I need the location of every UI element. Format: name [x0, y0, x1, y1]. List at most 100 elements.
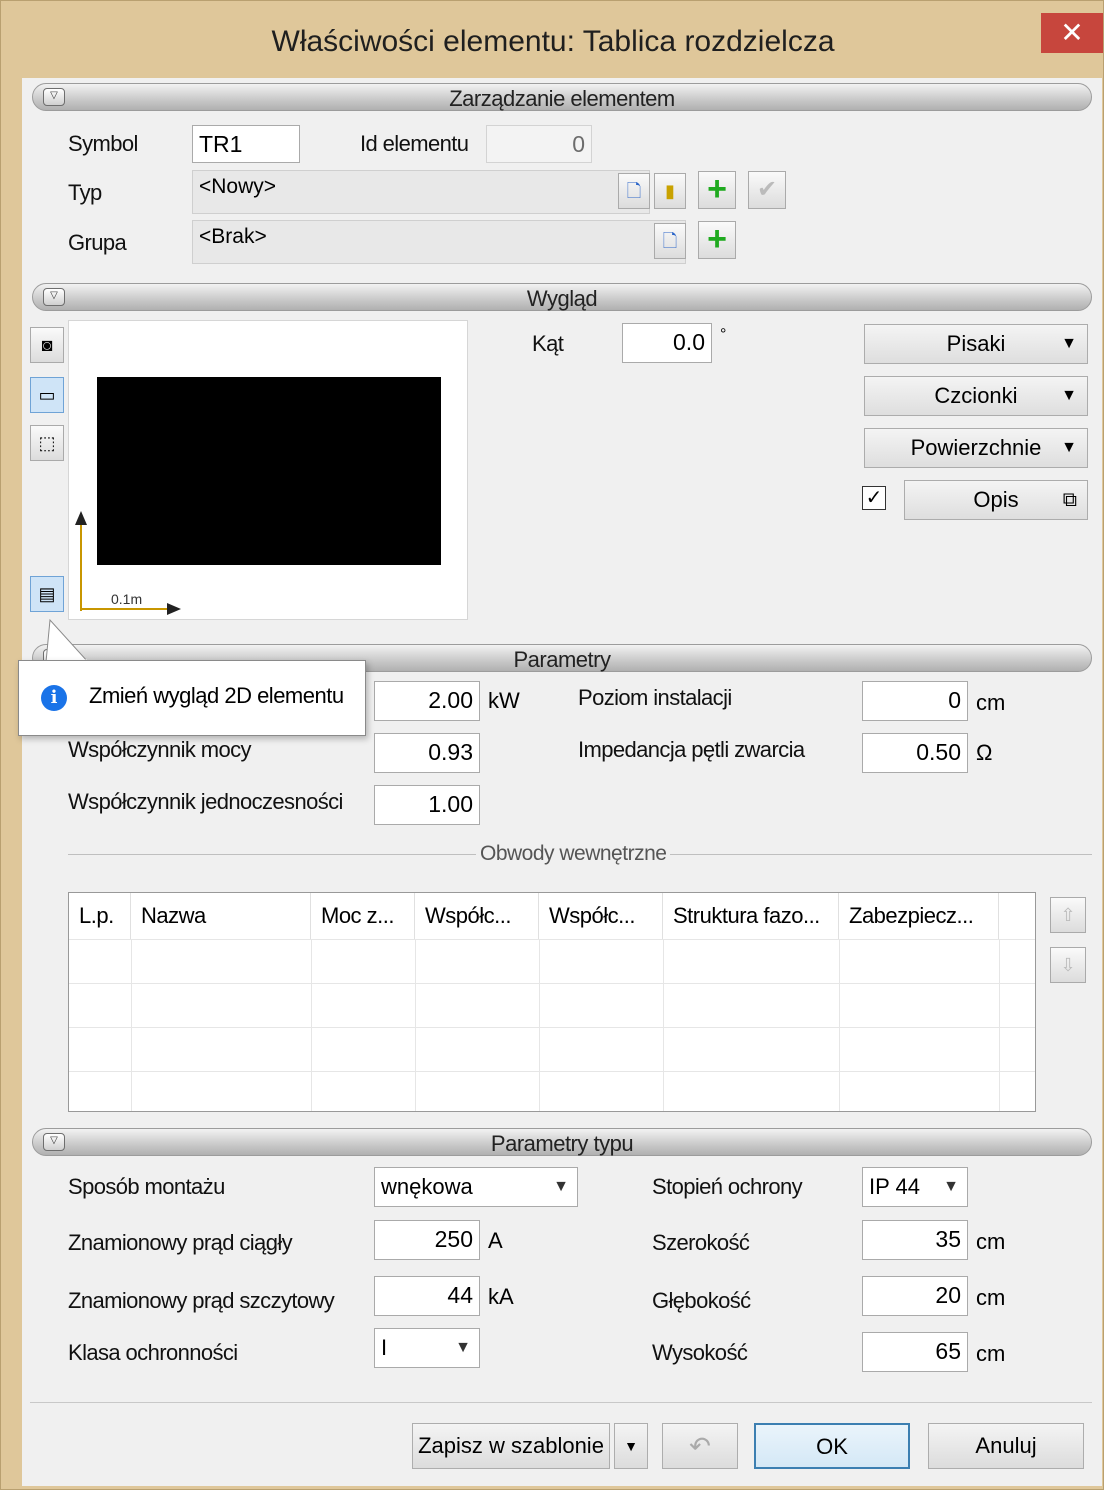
section-title: Zarządzanie elementem — [449, 86, 675, 111]
plus-icon: + — [707, 220, 727, 258]
group-label: Grupa — [68, 230, 127, 255]
ip-select[interactable]: IP 44 ▼ — [862, 1167, 968, 1207]
grid-line — [539, 939, 540, 1111]
protection-class-select[interactable]: I ▼ — [374, 1328, 480, 1368]
rated-current-unit: A — [488, 1228, 503, 1253]
depth-input[interactable]: 20 — [862, 1276, 968, 1316]
protection-class-label: Klasa ochronności — [68, 1340, 238, 1365]
move-down-icon[interactable]: ⇩ — [1050, 947, 1086, 983]
section-management-header[interactable]: ▽ Zarządzanie elementem — [32, 83, 1092, 111]
section-type-parameters-header[interactable]: ▽ Parametry typu — [32, 1128, 1092, 1156]
mount-label: Sposób montażu — [68, 1174, 225, 1199]
loop-impedance-unit: Ω — [976, 740, 993, 765]
scale-axes — [75, 511, 181, 615]
grid-line — [69, 939, 1035, 940]
close-button[interactable]: ✕ — [1041, 13, 1103, 53]
info-icon: i — [41, 685, 67, 711]
peak-current-unit: kA — [488, 1284, 514, 1309]
pens-label: Pisaki — [946, 331, 1006, 356]
column-header[interactable]: Moc z... — [311, 893, 415, 939]
view-2d-icon[interactable]: ▭ — [30, 377, 64, 413]
tooltip-pointer — [45, 618, 89, 662]
id-input: 0 — [486, 125, 592, 163]
ok-button[interactable]: OK — [754, 1423, 910, 1469]
camera-icon[interactable]: ◙ — [30, 327, 64, 363]
rated-current-label: Znamionowy prąd ciągły — [68, 1230, 293, 1255]
peak-current-input[interactable]: 44 — [374, 1276, 480, 1316]
grid-line — [415, 939, 416, 1111]
power-factor-input[interactable]: 0.93 — [374, 733, 480, 773]
power-factor-label: Współczynnik mocy — [68, 737, 252, 762]
description-checkbox[interactable]: ✓ — [862, 486, 886, 510]
width-unit: cm — [976, 1229, 1006, 1254]
save-template-dropdown[interactable]: ▼ — [614, 1423, 648, 1469]
grid-line — [69, 1027, 1035, 1028]
id-label: Id elementu — [360, 131, 469, 156]
ip-label: Stopień ochrony — [652, 1174, 803, 1199]
column-header[interactable]: Współc... — [415, 893, 539, 939]
title-bar: Właściwości elementu: Tablica rozdzielcz… — [1, 1, 1104, 79]
fonts-label: Czcionki — [934, 383, 1018, 408]
chevron-down-icon: ▼ — [1061, 335, 1077, 352]
power-unit: kW — [488, 688, 520, 713]
type-label: Typ — [68, 180, 102, 205]
document-icon[interactable]: 🗋 — [654, 223, 686, 259]
loop-impedance-input[interactable]: 0.50 — [862, 733, 968, 773]
section-appearance-header[interactable]: ▽ Wygląd — [32, 283, 1092, 311]
chevron-down-icon: ▼ — [624, 1438, 638, 1454]
view-3d-icon[interactable]: ⬚ — [30, 425, 64, 461]
group-combo[interactable]: <Brak> — [192, 220, 686, 264]
description-button[interactable]: Opis ⧉ — [904, 480, 1088, 520]
save-template-button[interactable]: Zapisz w szablonie — [412, 1423, 610, 1469]
column-header[interactable]: L.p. — [69, 893, 131, 939]
fonts-button[interactable]: Czcionki ▼ — [864, 376, 1088, 416]
simultaneity-label: Współczynnik jednoczesności — [68, 789, 343, 814]
pens-button[interactable]: Pisaki ▼ — [864, 324, 1088, 364]
column-header[interactable]: Współc... — [539, 893, 663, 939]
grid-line — [999, 939, 1000, 1111]
description-label: Opis — [973, 487, 1019, 512]
height-unit: cm — [976, 1341, 1006, 1366]
depth-label: Głębokość — [652, 1288, 751, 1313]
height-input[interactable]: 65 — [862, 1332, 968, 1372]
install-level-label: Poziom instalacji — [578, 685, 732, 710]
window-title: Właściwości elementu: Tablica rozdzielcz… — [271, 25, 835, 58]
move-up-icon[interactable]: ⇧ — [1050, 897, 1086, 933]
angle-input[interactable]: 0.0 — [622, 323, 712, 363]
confirm-type-button[interactable]: ✔ — [748, 171, 786, 209]
section-title: Wygląd — [526, 286, 598, 311]
angle-label: Kąt — [532, 331, 564, 356]
peak-current-label: Znamionowy prąd szczytowy — [68, 1288, 335, 1313]
ip-value: IP 44 — [869, 1174, 920, 1199]
change-2d-appearance-icon[interactable]: ▤ — [30, 576, 64, 612]
mount-select[interactable]: wnękowa ▼ — [374, 1167, 578, 1207]
install-level-input[interactable]: 0 — [862, 681, 968, 721]
rated-current-input[interactable]: 250 — [374, 1220, 480, 1260]
depth-unit: cm — [976, 1285, 1006, 1310]
surfaces-button[interactable]: Powierzchnie ▼ — [864, 428, 1088, 468]
column-header[interactable]: Struktura fazo... — [663, 893, 839, 939]
undo-button[interactable]: ↶ — [662, 1423, 738, 1469]
popout-icon: ⧉ — [1062, 489, 1077, 511]
width-input[interactable]: 35 — [862, 1220, 968, 1260]
library-icon[interactable]: ▮ — [654, 173, 686, 209]
column-header[interactable]: Zabezpiecz... — [839, 893, 999, 939]
protection-class-value: I — [381, 1335, 388, 1360]
simultaneity-input[interactable]: 1.00 — [374, 785, 480, 825]
column-header[interactable]: Nazwa — [131, 893, 311, 939]
chevron-down-icon: ▼ — [1061, 387, 1077, 404]
cancel-button[interactable]: Anuluj — [928, 1423, 1084, 1469]
circuits-table[interactable]: L.p. Nazwa Moc z... Współc... Współc... … — [68, 892, 1036, 1112]
grid-line — [69, 1071, 1035, 1072]
grid-line — [131, 939, 132, 1111]
add-group-button[interactable]: + — [698, 221, 736, 259]
add-type-button[interactable]: + — [698, 171, 736, 209]
chevron-down-icon: ▼ — [455, 1339, 471, 1356]
grid-line — [663, 939, 664, 1111]
symbol-input[interactable]: TR1 — [192, 125, 300, 163]
type-combo[interactable]: <Nowy> — [192, 170, 650, 214]
footer-divider — [30, 1402, 1092, 1403]
power-input[interactable]: 2.00 — [374, 681, 480, 721]
plus-icon: + — [707, 170, 727, 208]
document-icon[interactable]: 🗋 — [618, 173, 650, 209]
